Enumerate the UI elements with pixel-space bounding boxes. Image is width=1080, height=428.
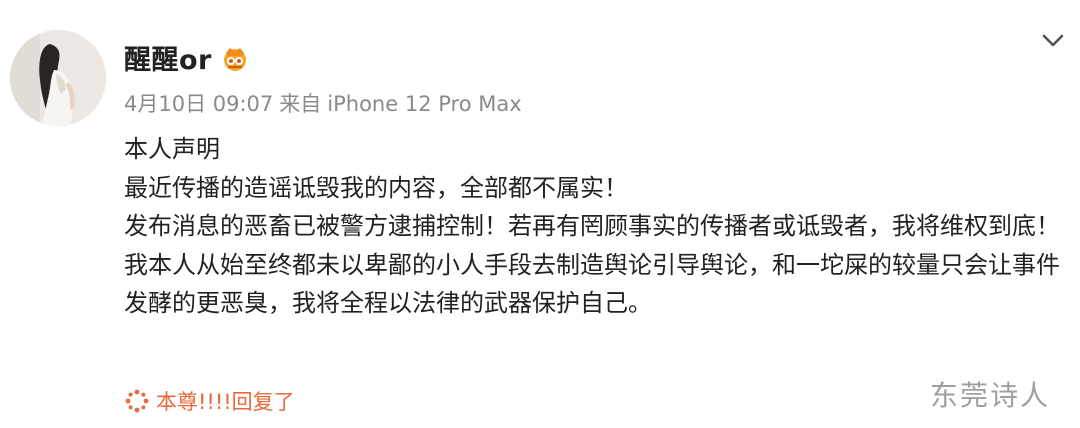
paragraph: 最近传播的造谣诋毁我的内容，全部都不属实！ xyxy=(124,173,628,202)
username[interactable]: 醒醒or xyxy=(124,38,212,77)
post-date: 4月10日 09:07 xyxy=(124,92,274,116)
watermark: 东莞诗人 xyxy=(930,379,1051,412)
weibo-post: 醒醒or 4月10日 09:07 来自 iPhone 12 Pro Max 本人声明… xyxy=(0,0,1080,428)
reply-label: 本尊!!!!回复了 xyxy=(156,390,295,414)
avatar[interactable] xyxy=(10,30,106,126)
username-row: 醒醒or xyxy=(124,38,250,77)
vip-crown-icon xyxy=(220,44,250,72)
chevron-down-icon[interactable] xyxy=(1036,28,1070,54)
paragraph: 本人声明 xyxy=(124,135,220,163)
post-source-device: iPhone 12 Pro Max xyxy=(327,92,522,116)
sparkle-icon xyxy=(124,388,150,414)
post-source-prefix: 来自 xyxy=(279,92,322,116)
post-content: 本人声明 最近传播的造谣诋毁我的内容，全部都不属实！ 发布消息的恶畜已被警方逮捕… xyxy=(124,130,1064,323)
post-meta: 4月10日 09:07 来自 iPhone 12 Pro Max xyxy=(124,88,528,118)
paragraph: 发布消息的恶畜已被警方逮捕控制！若再有罔顾事实的传播者或诋毁者，我将维权到底！ xyxy=(124,212,1060,240)
author-reply-indicator[interactable]: 本尊!!!!回复了 xyxy=(124,386,295,416)
paragraph: 我本人从始至终都未以卑鄙的小人手段去制造舆论引导舆论，和一坨屎的较量只会让事件发… xyxy=(124,250,1060,318)
